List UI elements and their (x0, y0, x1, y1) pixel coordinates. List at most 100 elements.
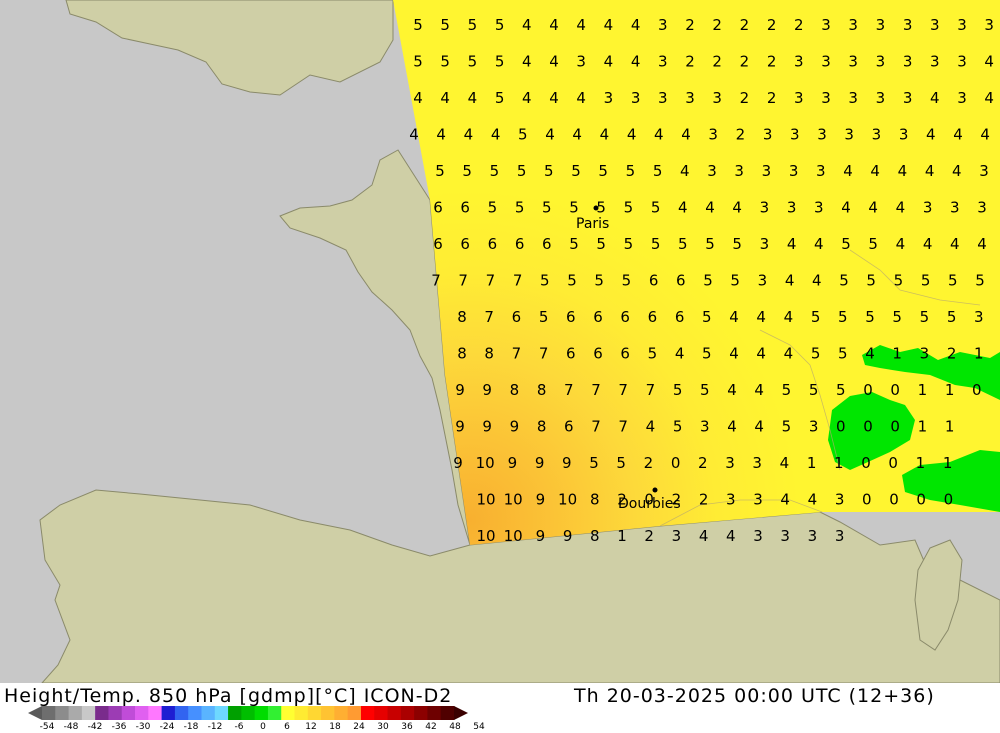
contour-label: 5 (495, 89, 505, 107)
contour-label: 4 (600, 126, 610, 144)
contour-label: 6 (566, 345, 576, 363)
contour-label: 4 (756, 345, 766, 363)
contour-label: 7 (618, 418, 628, 436)
contour-label: 4 (675, 345, 685, 363)
contour-label: 5 (782, 381, 792, 399)
contour-label: 4 (930, 89, 940, 107)
contour-label: 3 (763, 126, 773, 144)
contour-label: 5 (892, 308, 902, 326)
contour-label: 5 (866, 272, 876, 290)
contour-label: 2 (794, 16, 804, 34)
contour-label: 4 (896, 235, 906, 253)
colorbar-tick-label: 6 (284, 722, 290, 732)
contour-label: 5 (440, 53, 450, 71)
contour-label: 1 (892, 345, 902, 363)
contour-label: 4 (925, 162, 935, 180)
city-marker (652, 487, 658, 493)
colorbar-swatch (188, 706, 202, 720)
contour-label: 4 (950, 235, 960, 253)
contour-label: 6 (648, 308, 658, 326)
contour-label: 4 (522, 16, 532, 34)
contour-label: 2 (699, 491, 709, 509)
contour-label: 3 (950, 199, 960, 217)
contour-label: 6 (542, 235, 552, 253)
contour-label: 5 (648, 345, 658, 363)
contour-label: 4 (654, 126, 664, 144)
contour-label: 2 (712, 53, 722, 71)
contour-label: 4 (868, 199, 878, 217)
contour-label: 5 (468, 53, 478, 71)
colorbar-tick-label: -48 (63, 722, 79, 732)
contour-label: 8 (510, 381, 520, 399)
contour-label: 5 (622, 272, 632, 290)
colorbar-swatch (68, 706, 83, 720)
contour-label: 3 (957, 16, 967, 34)
contour-label: 4 (754, 418, 764, 436)
contour-label: 9 (536, 527, 546, 545)
contour-label: 5 (700, 381, 710, 399)
contour-label: 4 (784, 308, 794, 326)
contour-label: 0 (861, 454, 871, 472)
contour-label: 3 (848, 53, 858, 71)
contour-label: 5 (413, 16, 423, 34)
colorbar-tick-label: 12 (305, 722, 317, 732)
contour-label: 3 (876, 53, 886, 71)
contour-label: 7 (618, 381, 628, 399)
contour-label: 4 (549, 16, 559, 34)
contour-label: 4 (627, 126, 637, 144)
contour-label: 5 (569, 199, 579, 217)
contour-label: 3 (734, 162, 744, 180)
weather-map[interactable]: 5555444443222223333333555544344322223333… (0, 0, 1000, 684)
colorbar-tick-label: 36 (401, 722, 413, 732)
contour-label: 4 (678, 199, 688, 217)
contour-label: 7 (486, 272, 496, 290)
contour-label: 10 (476, 454, 495, 472)
colorbar-tick-label: -54 (39, 722, 55, 732)
contour-label: 3 (760, 235, 770, 253)
colorbar-tick-label: 54 (473, 722, 485, 732)
contour-label: 7 (458, 272, 468, 290)
contour-label: 5 (702, 308, 712, 326)
contour-label: 4 (604, 53, 614, 71)
contour-label: 3 (872, 126, 882, 144)
contour-label: 3 (876, 89, 886, 107)
contour-label: 3 (821, 16, 831, 34)
contour-label: 4 (727, 381, 737, 399)
contour-label: 0 (944, 491, 954, 509)
contour-label: 7 (539, 345, 549, 363)
contour-label: 5 (865, 308, 875, 326)
contour-label: 3 (780, 527, 790, 545)
contour-label: 5 (517, 162, 527, 180)
contour-label: 5 (626, 162, 636, 180)
contour-label: 2 (685, 16, 695, 34)
contour-label: 2 (740, 16, 750, 34)
contour-label: 5 (836, 381, 846, 399)
contour-label: 5 (542, 199, 552, 217)
contour-label: 3 (794, 53, 804, 71)
contour-label: 3 (758, 272, 768, 290)
contour-label: 5 (673, 381, 683, 399)
contour-label: 6 (460, 235, 470, 253)
contour-label: 7 (591, 381, 601, 399)
contour-label: 5 (732, 235, 742, 253)
contour-label: 3 (752, 454, 762, 472)
contour-label: 8 (457, 308, 467, 326)
contour-label: 4 (680, 162, 690, 180)
contour-label: 5 (440, 16, 450, 34)
contour-label: 8 (590, 491, 600, 509)
contour-label: 1 (617, 527, 627, 545)
contour-label: 9 (455, 418, 465, 436)
city-marker (593, 205, 599, 211)
colorbar-tick-label: -30 (135, 722, 151, 732)
contour-label: 6 (512, 308, 522, 326)
contour-label: 4 (896, 199, 906, 217)
city-label: Dourbies (618, 496, 681, 512)
colorbar-tick-label: -24 (159, 722, 175, 732)
colorbar-swatch (281, 706, 296, 720)
contour-label: 4 (756, 308, 766, 326)
contour-label: 5 (518, 126, 528, 144)
contour-label: 4 (732, 199, 742, 217)
contour-label: 5 (838, 308, 848, 326)
contour-label: 5 (868, 235, 878, 253)
contour-label: 4 (631, 53, 641, 71)
